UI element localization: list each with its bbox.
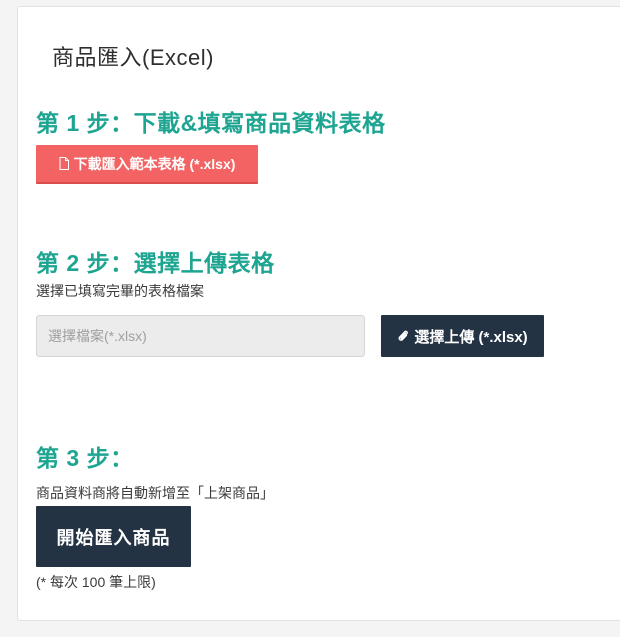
step1-heading: 第 1 步：下載&填寫商品資料表格 (36, 110, 386, 136)
step3-description: 商品資料商將自動新增至「上架商品」 (36, 485, 274, 501)
choose-upload-button[interactable]: 選擇上傳 (*.xlsx) (381, 315, 544, 357)
file-icon (59, 157, 69, 170)
step3-heading: 第 3 步： (36, 445, 134, 471)
import-card: 商品匯入(Excel) 第 1 步：下載&填寫商品資料表格 下載匯入範本表格 (… (17, 6, 620, 621)
file-path-input[interactable] (36, 315, 365, 357)
download-template-label: 下載匯入範本表格 (*.xlsx) (73, 155, 236, 172)
start-import-button[interactable]: 開始匯入商品 (36, 506, 191, 567)
page-title: 商品匯入(Excel) (52, 45, 214, 70)
choose-upload-label: 選擇上傳 (*.xlsx) (414, 328, 528, 346)
step2-description: 選擇已填寫完畢的表格檔案 (36, 283, 204, 299)
download-template-button[interactable]: 下載匯入範本表格 (*.xlsx) (36, 145, 258, 184)
step2-heading: 第 2 步：選擇上傳表格 (36, 250, 275, 276)
paperclip-icon (397, 329, 409, 343)
import-limit-note: (* 每次 100 筆上限) (36, 574, 156, 590)
